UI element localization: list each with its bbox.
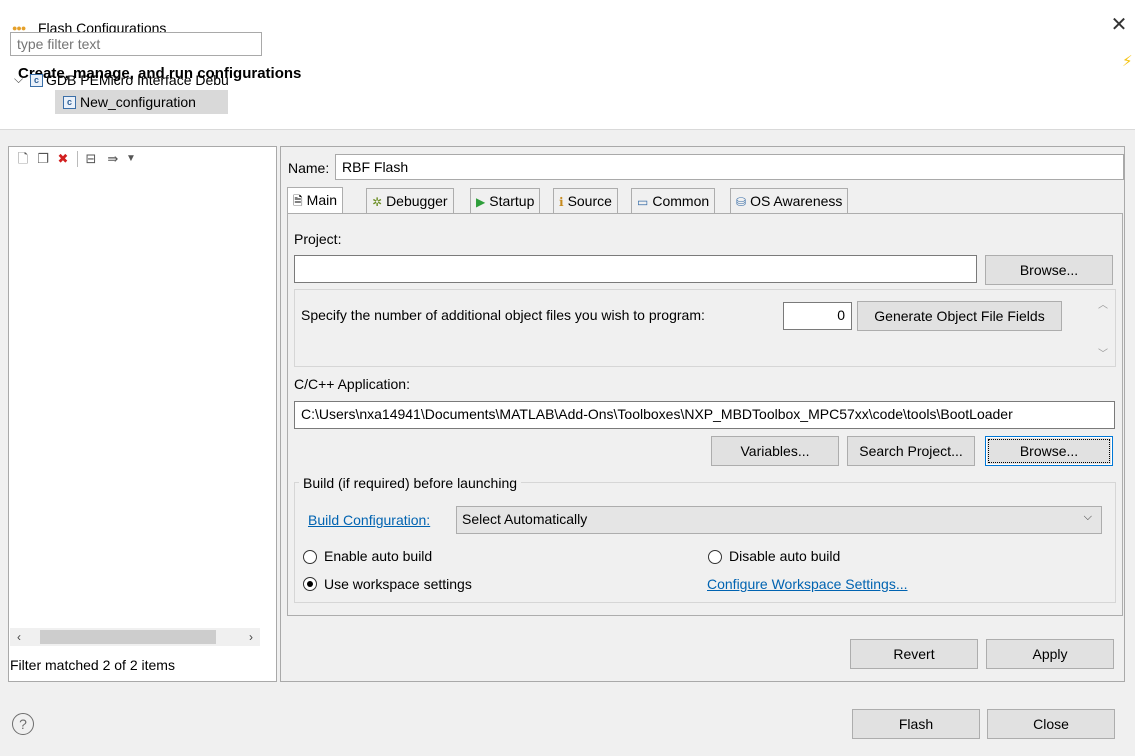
disable-auto-build-label[interactable]: Disable auto build [729,548,840,564]
revert-button[interactable]: Revert [850,639,978,669]
build-configuration-value: Select Automatically [462,511,588,527]
scroll-down-icon[interactable]: ﹀ [1098,345,1108,360]
use-workspace-settings-radio[interactable] [303,577,317,591]
application-label: C/C++ Application: [294,376,410,392]
chevron-down-icon[interactable]: ⌵ [14,72,23,87]
configuration-list-panel: 🗋 ❐ ✖ ⊟ ⇛ ▼ [8,146,277,682]
object-files-label: Specify the number of additional object … [301,307,705,323]
lightning-icon: ⚡ [1122,53,1133,70]
variables-button[interactable]: Variables... [711,436,839,466]
os-awareness-icon: ⛁ [736,195,747,209]
duplicate-icon[interactable]: ❐ [35,151,51,167]
application-input[interactable]: C:\Users\nxa14941\Documents\MATLAB\Add-O… [294,401,1115,429]
view-menu-icon[interactable]: ▼ [123,151,139,167]
help-icon[interactable]: ? [12,713,34,735]
tab-startup[interactable]: ▶ Startup [470,188,541,213]
filter-status: Filter matched 2 of 2 items [10,657,175,673]
tab-common[interactable]: ▭ Common [631,188,716,213]
flash-button[interactable]: Flash [852,709,980,739]
application-browse-button[interactable]: Browse... [985,436,1113,466]
name-label: Name: [288,160,330,176]
build-configuration-select[interactable]: Select Automatically ⌵ [456,506,1102,534]
project-browse-button[interactable]: Browse... [985,255,1113,285]
scroll-right-icon[interactable]: › [242,628,260,646]
build-configuration-link[interactable]: Build Configuration: [308,512,430,528]
tab-os-awareness[interactable]: ⛁ OS Awareness [730,188,849,213]
tab-label: Common [652,193,710,209]
scroll-left-icon[interactable]: ‹ [10,628,28,646]
disable-auto-build-radio[interactable] [708,550,722,564]
close-button[interactable]: Close [987,709,1115,739]
source-icon: ℹ [559,195,564,209]
use-workspace-settings-label[interactable]: Use workspace settings [324,576,472,592]
chevron-down-icon: ⌵ [1083,511,1092,523]
enable-auto-build-radio[interactable] [303,550,317,564]
scrollbar-thumb[interactable] [40,630,216,644]
config-type-icon: c [30,74,43,87]
enable-auto-build-label[interactable]: Enable auto build [324,548,432,564]
generate-object-file-fields-button[interactable]: Generate Object File Fields [857,301,1062,331]
toolbar-separator [77,151,78,167]
delete-icon[interactable]: ✖ [55,151,71,167]
name-input[interactable]: RBF Flash [335,154,1124,180]
tab-label: Source [567,193,612,209]
collapse-all-icon[interactable]: ⊟ [83,151,99,167]
main-tab-icon: 🗎 [293,194,303,208]
tab-label: Startup [489,193,535,209]
debugger-icon: ✲ [372,195,383,209]
filter-input[interactable] [10,32,262,56]
configure-workspace-settings-link[interactable]: Configure Workspace Settings... [707,576,908,592]
tab-debugger[interactable]: ✲ Debugger [366,188,454,213]
tree-item-gdb-pemicro[interactable]: GDB PEMicro Interface Debu [46,72,229,88]
horizontal-scrollbar[interactable]: ‹ › [10,628,260,646]
startup-icon: ▶ [476,195,486,209]
config-icon: c [63,96,76,109]
tree-item-new-configuration[interactable]: New_configuration [80,94,196,110]
tab-label: OS Awareness [750,193,843,209]
build-group-label: Build (if required) before launching [299,475,522,491]
object-files-count-input[interactable]: 0 [783,302,852,330]
filter-icon[interactable]: ⇛ [105,151,121,167]
tab-label: Debugger [386,193,448,209]
project-input[interactable] [294,255,977,283]
tab-label: Main [306,192,338,208]
tab-main[interactable]: 🗎 Main [287,187,344,214]
tab-source[interactable]: ℹ Source [553,188,618,213]
search-project-button[interactable]: Search Project... [847,436,975,466]
apply-button[interactable]: Apply [986,639,1114,669]
close-icon[interactable]: ✕ [1108,14,1130,36]
common-icon: ▭ [637,195,649,209]
project-label: Project: [294,231,342,247]
scroll-up-icon[interactable]: ︿ [1098,296,1108,311]
new-configuration-icon[interactable]: 🗋 [15,151,31,167]
